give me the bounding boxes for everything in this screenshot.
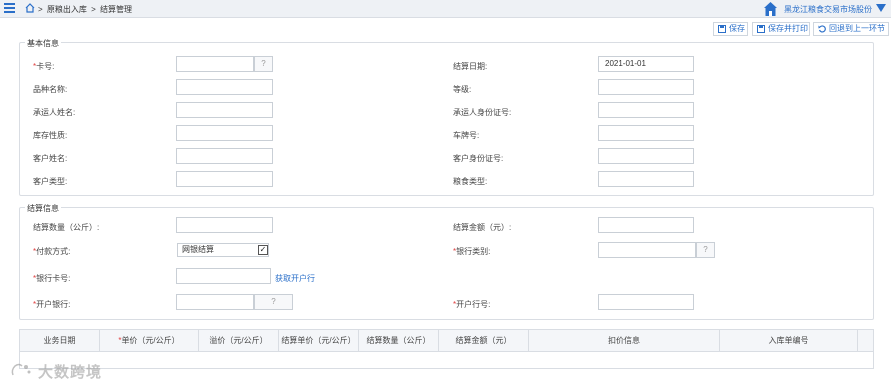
card-no-label: *卡号: [33, 62, 55, 71]
variety-label: 品种名称: [33, 85, 68, 94]
menu-toggle-icon[interactable] [4, 3, 15, 14]
column-header: 结算数量（公斤） [359, 330, 439, 352]
building-icon [764, 2, 777, 16]
breadcrumb-separator: > [38, 5, 43, 14]
customer-name-label: 客户姓名: [33, 154, 68, 163]
carrier-name-input[interactable] [176, 102, 273, 118]
carrier-id-label: 承运人身份证号: [453, 108, 512, 117]
top-bar: > 原粮出入库 > 结算管理 黑龙江粮食交易市场股份 [0, 0, 891, 18]
home-icon[interactable] [25, 3, 35, 13]
column-header: *单价（元/公斤） [100, 330, 199, 352]
breadcrumb-separator: > [91, 5, 96, 14]
save-print-button[interactable]: 保存并打印 [752, 22, 810, 36]
bank-type-input[interactable] [598, 242, 696, 258]
table-header: 业务日期 *单价（元/公斤） 溢价（元/公斤） 结算单价（元/公斤） 结算数量（… [20, 330, 873, 352]
bank-card-label: *银行卡号: [33, 274, 71, 283]
quantity-input[interactable] [176, 217, 273, 233]
stock-nature-label: 库存性质: [33, 131, 68, 140]
watermark-logo-icon [11, 363, 31, 376]
column-header: 结算金额（元） [439, 330, 529, 352]
breadcrumb: > 原粮出入库 > 结算管理 [38, 4, 134, 15]
save-icon [757, 25, 765, 33]
get-bank-link[interactable]: 获取开户行 [275, 273, 315, 284]
basic-info-section [19, 42, 874, 196]
bank-type-label: *银行类别: [453, 247, 491, 256]
column-header: 业务日期 [20, 330, 100, 352]
table-body [20, 353, 873, 368]
open-bank-input[interactable] [176, 294, 254, 310]
org-name[interactable]: 黑龙江粮食交易市场股份 [784, 4, 872, 15]
amount-input[interactable] [598, 217, 694, 233]
bank-type-lookup-button[interactable]: ? [696, 242, 715, 258]
column-header: 溢价（元/公斤） [199, 330, 279, 352]
pay-method-label: *付款方式: [33, 247, 71, 256]
grain-type-input[interactable] [598, 171, 694, 187]
back-step-button-label: 回退到上一环节 [829, 24, 885, 33]
basic-info-legend: 基本信息 [25, 38, 61, 49]
bank-no-label: *开户行号: [453, 300, 491, 309]
card-no-input[interactable] [176, 56, 254, 72]
settle-info-section [19, 207, 874, 320]
breadcrumb-item-grain-io[interactable]: 原粮出入库 [47, 5, 87, 14]
back-step-button[interactable]: 回退到上一环节 [813, 22, 889, 36]
plate-label: 车牌号: [453, 131, 480, 140]
variety-input[interactable] [176, 79, 273, 95]
org-dropdown-icon[interactable] [876, 4, 886, 12]
open-bank-lookup-button[interactable]: ? [254, 294, 293, 310]
settle-info-legend: 结算信息 [25, 203, 61, 214]
grade-input[interactable] [598, 79, 694, 95]
breadcrumb-item-settlement: 结算管理 [100, 5, 133, 14]
customer-type-label: 客户类型: [33, 177, 68, 186]
pay-method-select[interactable]: 网银结算 [177, 243, 269, 257]
customer-id-label: 客户身份证号: [453, 154, 504, 163]
grade-label: 等级: [453, 85, 472, 94]
settle-date-label: 结算日期: [453, 62, 488, 71]
grain-type-label: 粮食类型: [453, 177, 488, 186]
column-header: 入库单编号 [720, 330, 858, 352]
carrier-name-label: 承运人姓名: [33, 108, 76, 117]
plate-input[interactable] [598, 125, 694, 141]
card-no-lookup-button[interactable]: ? [254, 56, 273, 72]
save-button-label: 保存 [729, 24, 745, 33]
settle-date-input[interactable]: 2021-01-01 [598, 56, 694, 72]
bank-card-input[interactable] [176, 268, 271, 284]
customer-type-input[interactable] [176, 171, 273, 187]
save-button[interactable]: 保存 [713, 22, 748, 36]
save-print-button-label: 保存并打印 [768, 24, 808, 33]
column-header: 扣价信息 [529, 330, 720, 352]
undo-icon [818, 25, 826, 33]
quantity-label: 结算数量（公斤）: [33, 223, 100, 232]
customer-id-input[interactable] [598, 148, 694, 164]
save-icon [718, 25, 726, 33]
chevron-down-icon[interactable]: ✓ [258, 245, 268, 255]
bank-no-input[interactable] [598, 294, 694, 310]
customer-name-input[interactable] [176, 148, 273, 164]
amount-label: 结算金额（元）: [453, 223, 512, 232]
carrier-id-input[interactable] [598, 102, 694, 118]
watermark-text: 大数跨境 [38, 364, 103, 381]
stock-nature-input[interactable] [176, 125, 273, 141]
open-bank-label: *开户银行: [33, 300, 71, 309]
settlement-table: 业务日期 *单价（元/公斤） 溢价（元/公斤） 结算单价（元/公斤） 结算数量（… [19, 329, 874, 369]
column-header: 结算单价（元/公斤） [279, 330, 359, 352]
